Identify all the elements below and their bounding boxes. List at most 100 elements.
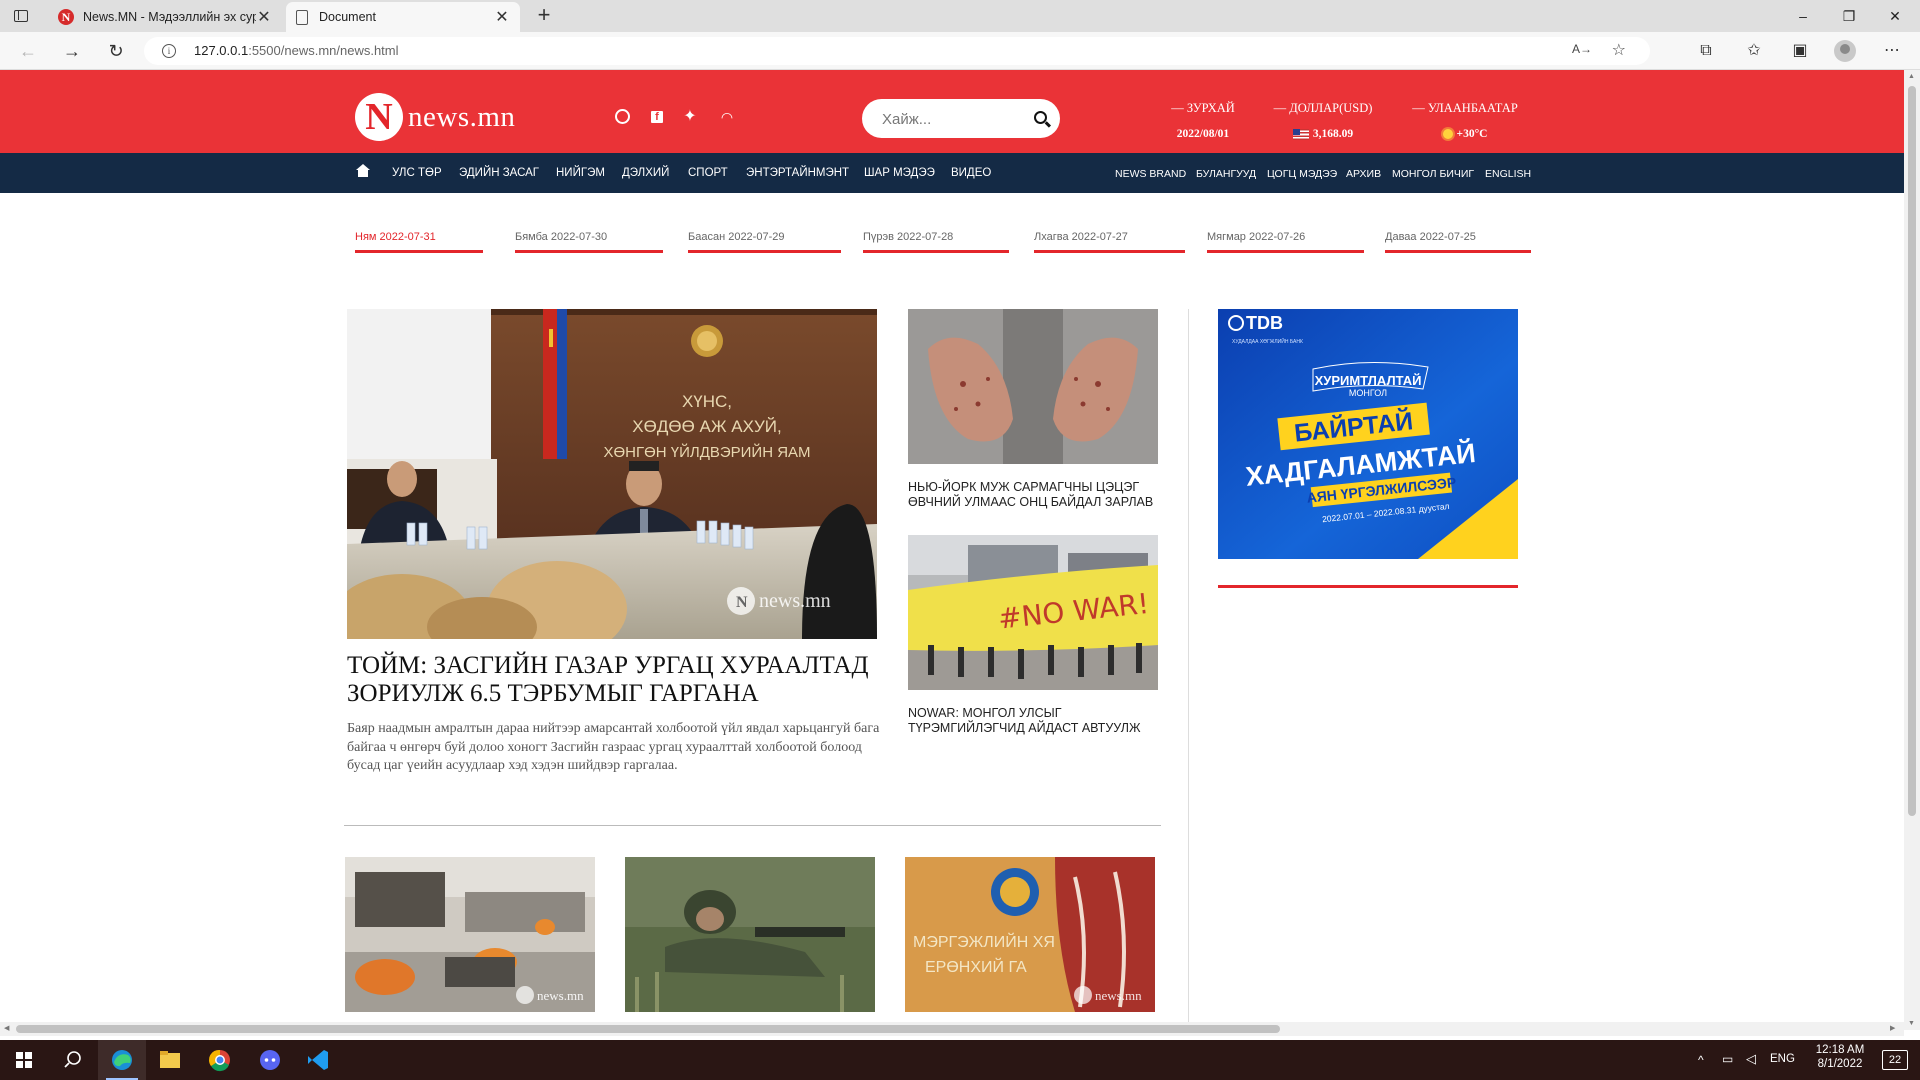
- weather-widget[interactable]: — УЛААНБААТАР +30°C: [1410, 101, 1520, 140]
- side-article-title[interactable]: НЬЮ-ЙОРК МУЖ САРМАГЧНЫ ЦЭЦЭГ ӨВЧНИЙ УЛМА…: [908, 480, 1168, 510]
- network-icon[interactable]: ▭: [1722, 1052, 1733, 1066]
- bottom-article-image[interactable]: МЭРГЭЖЛИЙН ХЯ ЕРӨНХИЙ ГА news.mn: [905, 857, 1155, 1012]
- search-box: [862, 99, 1060, 138]
- site-logo[interactable]: N news.mn: [355, 93, 515, 141]
- minimize-button[interactable]: –: [1780, 0, 1826, 32]
- search-icon[interactable]: [1034, 111, 1047, 124]
- scroll-thumb[interactable]: [1908, 86, 1916, 816]
- nav-item-english[interactable]: ENGLISH: [1485, 168, 1531, 180]
- side-article-title[interactable]: NOWAR: МОНГОЛ УЛСЫГ ТҮРЭМГИЙЛЭГЧИД АЙДАС…: [908, 706, 1168, 736]
- restore-button[interactable]: ❐: [1826, 0, 1872, 32]
- nav-item-world[interactable]: ДЭЛХИЙ: [622, 167, 669, 179]
- new-tab-button[interactable]: +: [532, 4, 556, 27]
- browser-tab-document[interactable]: Document ✕: [286, 2, 520, 32]
- date-tab[interactable]: Бямба 2022-07-30: [515, 231, 663, 253]
- feature-article-title[interactable]: ТОЙМ: ЗАСГИЙН ГАЗАР УРГАЦ ХУРААЛТАД ЗОРИ…: [347, 652, 887, 708]
- profile-avatar[interactable]: [1834, 40, 1856, 62]
- zurkhai-label: — ЗУРХАЙ: [1171, 101, 1235, 115]
- sign-line-3: ХӨНГӨН ҮЙЛДВЭРИЙН ЯАМ: [603, 443, 810, 461]
- nav-item-sport[interactable]: СПОРТ: [688, 167, 728, 179]
- scroll-down-arrow[interactable]: ▼: [1908, 1020, 1915, 1027]
- tab-close-icon[interactable]: ✕: [256, 7, 272, 27]
- taskbar-search-icon[interactable]: [48, 1040, 96, 1080]
- logo-mark: N: [355, 93, 403, 141]
- tdb-advertisement[interactable]: TDB ХУДАЛДАА ХӨГЖЛИЙН БАНК ХУРИМТЛАЛТАЙ …: [1218, 309, 1518, 559]
- nav-item-columns[interactable]: БУЛАНГУУД: [1196, 168, 1256, 180]
- nav-item-all-news[interactable]: ЦОГЦ МЭДЭЭ: [1267, 168, 1337, 180]
- favorites-icon[interactable]: ✩: [1742, 40, 1766, 62]
- page-horizontal-scrollbar[interactable]: ◀ ▶: [0, 1022, 1904, 1036]
- discord-icon[interactable]: [246, 1040, 294, 1080]
- ad-divider: [1218, 585, 1518, 588]
- windows-start-icon[interactable]: [0, 1040, 48, 1080]
- dollar-label: — ДОЛЛАР(USD): [1273, 101, 1373, 115]
- bottom-watermark: news.mn: [537, 988, 584, 1003]
- url-text[interactable]: 127.0.0.1:5500/news.mn/news.html: [194, 43, 399, 58]
- nav-item-mongol-script[interactable]: МОНГОЛ БИЧИГ: [1392, 168, 1474, 180]
- date-tab[interactable]: Лхагва 2022-07-27: [1034, 231, 1185, 253]
- search-input[interactable]: [882, 108, 1022, 130]
- back-button[interactable]: ←: [14, 39, 42, 63]
- tab-close-icon[interactable]: ✕: [494, 7, 510, 27]
- page-viewport: N news.mn f ✦ ◠ — ЗУРХАЙ 2022/08/01 — ДО…: [0, 70, 1904, 1030]
- more-menu-icon[interactable]: ⋯: [1880, 40, 1904, 62]
- feature-article-image[interactable]: ХҮНС, ХӨДӨӨ АЖ АХУЙ, ХӨНГӨН ҮЙЛДВЭРИЙН Я…: [347, 309, 877, 639]
- newsmn-favicon-icon: N: [58, 9, 74, 25]
- page-vertical-scrollbar[interactable]: ▲ ▼: [1904, 70, 1920, 1030]
- scroll-left-arrow[interactable]: ◀: [4, 1024, 9, 1032]
- ad-banner: TDB ХУДАЛДАА ХӨГЖЛИЙН БАНК ХУРИМТЛАЛТАЙ …: [1218, 309, 1518, 559]
- date-tab[interactable]: Баасан 2022-07-29: [688, 231, 841, 253]
- collections-icon[interactable]: ▣: [1788, 40, 1812, 62]
- nav-item-yellow-news[interactable]: ШАР МЭДЭЭ: [864, 167, 935, 179]
- bottom-article-image[interactable]: [625, 857, 875, 1012]
- nav-item-economy[interactable]: ЭДИЙН ЗАСАГ: [459, 167, 539, 179]
- date-tab[interactable]: Даваа 2022-07-25: [1385, 231, 1531, 253]
- messenger-icon[interactable]: [614, 108, 632, 126]
- nav-item-archive[interactable]: АРХИВ: [1346, 168, 1381, 180]
- sun-icon: [1442, 129, 1453, 139]
- scroll-thumb[interactable]: [16, 1025, 1280, 1033]
- site-info-icon[interactable]: i: [162, 44, 176, 58]
- scroll-right-arrow[interactable]: ▶: [1890, 1024, 1895, 1032]
- twitter-icon[interactable]: ✦: [681, 108, 699, 126]
- forward-button[interactable]: →: [58, 39, 86, 63]
- nav-item-news-brand[interactable]: NEWS BRAND: [1115, 168, 1186, 180]
- edge-glyph: [112, 1050, 132, 1070]
- nav-item-video[interactable]: ВИДЕО: [951, 167, 991, 179]
- bottom-article-image[interactable]: news.mn: [345, 857, 595, 1012]
- notification-center-icon[interactable]: 22: [1882, 1050, 1908, 1070]
- side-article-image[interactable]: #NO WAR!: [908, 535, 1158, 690]
- close-window-button[interactable]: ✕: [1872, 0, 1918, 32]
- nav-item-politics[interactable]: УЛС ТӨР: [392, 167, 442, 179]
- vscode-icon[interactable]: [294, 1040, 342, 1080]
- date-tab[interactable]: Мягмар 2022-07-26: [1207, 231, 1364, 253]
- browser-tab-newsmn[interactable]: N News.MN - Мэдээллийн эх сурвалж ✕: [48, 2, 282, 32]
- facebook-icon[interactable]: f: [648, 108, 666, 126]
- wifi-icon[interactable]: ◠: [718, 108, 736, 126]
- home-icon[interactable]: [356, 164, 370, 178]
- side-article-image[interactable]: [908, 309, 1158, 464]
- reload-button[interactable]: ↻: [102, 39, 130, 63]
- file-explorer-icon[interactable]: [146, 1040, 194, 1080]
- nav-item-society[interactable]: НИЙГЭМ: [556, 167, 605, 179]
- nav-item-entertainment[interactable]: ЭНТЭРТАЙНМЭНТ: [746, 167, 849, 179]
- tray-overflow-icon[interactable]: ^: [1698, 1053, 1704, 1067]
- edge-icon[interactable]: [98, 1040, 146, 1080]
- main-navigation: УЛС ТӨР ЭДИЙН ЗАСАГ НИЙГЭМ ДЭЛХИЙ СПОРТ …: [0, 153, 1904, 193]
- url-host: 127.0.0.1: [194, 43, 249, 58]
- dollar-rate-widget[interactable]: — ДОЛЛАР(USD) 3,168.09: [1268, 101, 1378, 140]
- dollar-value-row: 3,168.09: [1268, 128, 1378, 140]
- volume-icon[interactable]: ◁: [1746, 1051, 1756, 1067]
- language-indicator[interactable]: ENG: [1770, 1053, 1795, 1065]
- date-tab[interactable]: Ням 2022-07-31: [355, 231, 483, 253]
- chrome-icon[interactable]: [196, 1040, 244, 1080]
- date-tab[interactable]: Пүрэв 2022-07-28: [863, 231, 1009, 253]
- add-favorite-icon[interactable]: ☆: [1612, 40, 1626, 60]
- scroll-up-arrow[interactable]: ▲: [1908, 73, 1915, 80]
- extensions-icon[interactable]: ⧉: [1694, 40, 1718, 62]
- address-bar[interactable]: i 127.0.0.1:5500/news.mn/news.html A→ ☆: [144, 37, 1650, 65]
- clock[interactable]: 12:18 AM 8/1/2022: [1810, 1044, 1870, 1070]
- tab-actions-menu-icon[interactable]: [10, 6, 34, 26]
- zurkhai-widget[interactable]: — ЗУРХАЙ 2022/08/01: [1163, 101, 1243, 140]
- read-aloud-icon[interactable]: A→: [1572, 42, 1592, 56]
